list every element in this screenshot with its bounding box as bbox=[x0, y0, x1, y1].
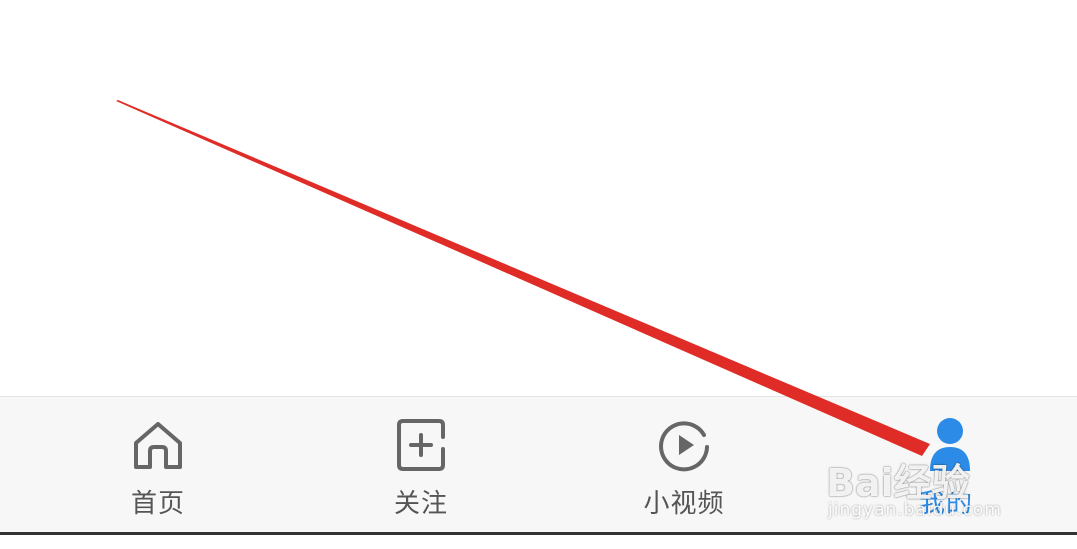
play-circle-icon bbox=[659, 421, 709, 472]
content-area bbox=[0, 0, 1077, 396]
home-icon bbox=[134, 422, 182, 469]
tab-home[interactable]: 首页 bbox=[58, 397, 258, 533]
plus-square-icon bbox=[397, 419, 445, 471]
user-icon bbox=[930, 418, 970, 471]
tab-video-label: 小视频 bbox=[643, 489, 725, 519]
tab-follow[interactable]: 关注 bbox=[321, 397, 521, 533]
system-bottom-edge bbox=[0, 532, 1077, 549]
tab-video[interactable]: 小视频 bbox=[584, 397, 784, 533]
tab-follow-label: 关注 bbox=[393, 489, 448, 519]
bottom-tab-bar: 首页 关注 小视频 我的 bbox=[0, 396, 1077, 532]
tab-mine-label: 我的 bbox=[918, 489, 973, 519]
tab-home-label: 首页 bbox=[130, 489, 185, 519]
app-screen: 首页 关注 小视频 我的 Bai经验 jingyan.baidu.com bbox=[0, 0, 1077, 549]
tab-mine[interactable]: 我的 bbox=[846, 397, 1046, 533]
